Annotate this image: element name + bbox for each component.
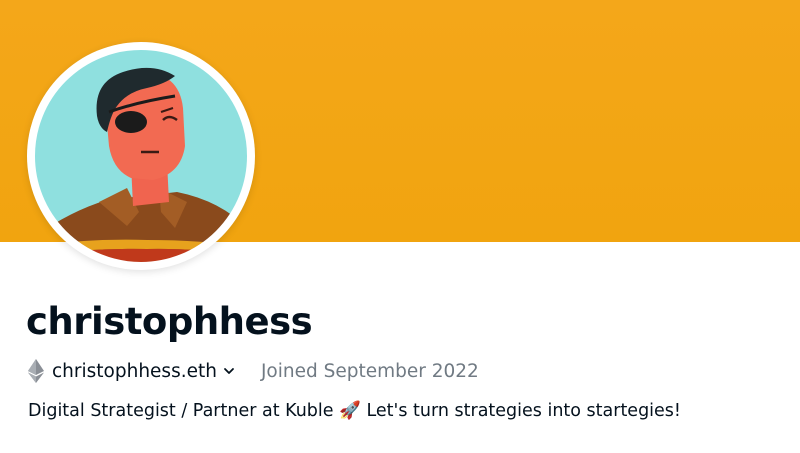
- profile-avatar[interactable]: [27, 42, 255, 270]
- profile-page: christophhess christophhess.eth Joined S…: [0, 0, 800, 453]
- chevron-down-icon[interactable]: [223, 365, 235, 377]
- ens-dropdown[interactable]: christophhess.eth: [28, 359, 235, 383]
- joined-date: Joined September 2022: [260, 360, 479, 382]
- ethereum-icon: [28, 359, 44, 383]
- ens-name: christophhess.eth: [52, 360, 217, 382]
- profile-username: christophhess: [26, 300, 313, 343]
- avatar-illustration: [33, 48, 249, 264]
- profile-bio: Digital Strategist / Partner at Kuble 🚀 …: [28, 401, 681, 421]
- profile-meta-row: christophhess.eth Joined September 2022: [28, 356, 479, 386]
